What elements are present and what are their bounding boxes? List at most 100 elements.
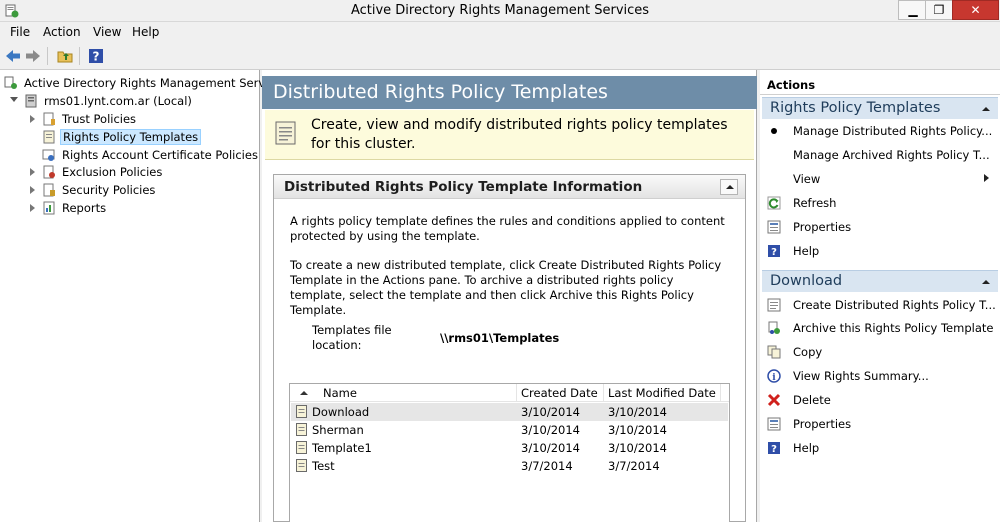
action-archive-template[interactable]: Archive this Rights Policy Template — [760, 317, 1000, 339]
tree-item-trust-policies[interactable]: Trust Policies — [30, 111, 260, 128]
certificate-icon — [42, 149, 55, 161]
action-help[interactable]: ? Help — [760, 240, 1000, 262]
tree-root[interactable]: Active Directory Rights Management Servi… — [4, 75, 288, 92]
template-file-icon — [296, 441, 307, 454]
close-button[interactable]: ✕ — [952, 0, 999, 20]
svg-text:?: ? — [93, 50, 100, 64]
action-properties[interactable]: Properties — [760, 216, 1000, 238]
center-header: Distributed Rights Policy Templates — [262, 76, 757, 109]
action-label: Copy — [793, 345, 823, 359]
action-refresh[interactable]: Refresh — [760, 192, 1000, 214]
menu-action[interactable]: Action — [43, 25, 81, 39]
cell-created-date: 3/10/2014 — [521, 423, 580, 437]
help-icon[interactable]: ? — [87, 47, 105, 65]
toolbar: ? — [0, 42, 1000, 70]
window-title: Active Directory Rights Management Servi… — [350, 3, 650, 18]
maximize-button[interactable]: ❐ — [925, 0, 953, 20]
collapse-arrow-icon[interactable] — [982, 280, 990, 284]
expand-arrow-icon[interactable] — [30, 168, 35, 176]
actions-section-download[interactable]: Download — [762, 270, 998, 292]
up-folder-icon[interactable] — [56, 47, 74, 65]
tree-item-security-policies[interactable]: Security Policies — [30, 182, 260, 199]
action-properties[interactable]: Properties — [760, 413, 1000, 435]
expand-arrow-icon[interactable] — [30, 186, 35, 194]
cell-modified-date: 3/7/2014 — [608, 459, 660, 473]
table-row[interactable]: Test 3/7/2014 3/7/2014 — [291, 457, 728, 475]
action-label: Refresh — [793, 196, 837, 210]
tree-item-rights-policy-templates[interactable]: Rights Policy Templates — [30, 129, 260, 146]
actions-section-rights-policy-templates[interactable]: Rights Policy Templates — [762, 97, 998, 119]
action-manage-archived[interactable]: Manage Archived Rights Policy T... — [760, 144, 1000, 166]
menu-view[interactable]: View — [93, 25, 121, 39]
cell-name: Template1 — [312, 441, 372, 455]
title-bar: Active Directory Rights Management Servi… — [0, 0, 1000, 22]
menu-bar: File Action View Help — [0, 22, 1000, 42]
cell-modified-date: 3/10/2014 — [608, 423, 667, 437]
trust-policies-icon — [43, 112, 55, 126]
help-icon: ? — [768, 245, 780, 258]
templates-icon — [43, 130, 55, 144]
menu-file[interactable]: File — [10, 25, 30, 39]
collapse-arrow-icon[interactable] — [982, 107, 990, 111]
action-manage-distributed[interactable]: Manage Distributed Rights Policy... — [760, 120, 1000, 142]
section-label: Download — [770, 273, 843, 289]
template-file-icon — [296, 405, 307, 418]
security-icon — [43, 183, 55, 197]
tree-server[interactable]: rms01.lynt.com.ar (Local) — [10, 93, 260, 110]
template-file-icon — [296, 423, 307, 436]
info-icon: i — [767, 369, 781, 383]
submenu-arrow-icon — [984, 174, 989, 182]
forward-arrow-icon[interactable] — [24, 47, 42, 65]
tree-item-reports[interactable]: Reports — [30, 200, 260, 217]
tree-item-rights-account-certificate-policies[interactable]: Rights Account Certificate Policies — [30, 147, 260, 164]
cell-modified-date: 3/10/2014 — [608, 405, 667, 419]
action-view-rights-summary[interactable]: i View Rights Summary... — [760, 365, 1000, 387]
back-arrow-icon[interactable] — [4, 47, 22, 65]
column-header-label: Name — [323, 386, 357, 400]
info-paragraph-definition: A rights policy template defines the rul… — [290, 214, 725, 243]
tree-server-label: rms01.lynt.com.ar (Local) — [44, 94, 192, 108]
action-label: Delete — [793, 393, 831, 407]
reports-icon — [43, 201, 55, 215]
action-help[interactable]: ? Help — [760, 437, 1000, 459]
expand-arrow-icon[interactable] — [30, 204, 35, 212]
description-banner: Create, view and modify distributed righ… — [265, 110, 754, 160]
action-delete[interactable]: Delete — [760, 389, 1000, 411]
action-copy[interactable]: Copy — [760, 341, 1000, 363]
cell-created-date: 3/10/2014 — [521, 405, 580, 419]
cell-name: Test — [312, 459, 335, 473]
console-tree: Active Directory Rights Management Servi… — [0, 70, 288, 522]
table-row[interactable]: Sherman 3/10/2014 3/10/2014 — [291, 421, 728, 439]
tree-item-label: Trust Policies — [62, 112, 137, 126]
tree-root-label: Active Directory Rights Management Servi… — [24, 76, 288, 90]
minimize-button[interactable]: ▁ — [898, 0, 928, 20]
column-header-name[interactable]: Name — [290, 384, 517, 402]
properties-icon — [767, 417, 781, 431]
delete-icon — [767, 393, 781, 407]
action-create-template[interactable]: Create Distributed Rights Policy T... — [760, 294, 1000, 316]
menu-help[interactable]: Help — [132, 25, 159, 39]
action-label: View Rights Summary... — [793, 369, 929, 383]
cell-created-date: 3/10/2014 — [521, 441, 580, 455]
action-view[interactable]: View — [760, 168, 1000, 190]
center-pane: Distributed Rights Policy Templates Crea… — [262, 70, 757, 522]
collapse-arrow-icon[interactable] — [10, 97, 18, 102]
info-paragraph-instructions: To create a new distributed template, cl… — [290, 258, 722, 317]
archive-icon — [768, 321, 780, 334]
table-row[interactable]: Download 3/10/2014 3/10/2014 — [291, 403, 728, 421]
action-label: Help — [793, 441, 820, 455]
tree-item-exclusion-policies[interactable]: Exclusion Policies — [30, 164, 260, 181]
table-row[interactable]: Template1 3/10/2014 3/10/2014 — [291, 439, 728, 457]
template-file-icon — [296, 459, 307, 472]
banner-text: Create, view and modify distributed righ… — [311, 117, 728, 152]
toolbar-separator — [47, 47, 48, 65]
action-label: Archive this Rights Policy Template — [793, 321, 994, 335]
column-header-created-date[interactable]: Created Date — [517, 384, 604, 402]
cell-created-date: 3/7/2014 — [521, 459, 573, 473]
sort-ascending-icon — [300, 391, 308, 395]
server-icon — [25, 94, 37, 108]
collapse-panel-button[interactable] — [720, 179, 738, 195]
column-header-last-modified-date[interactable]: Last Modified Date — [604, 384, 721, 402]
expand-arrow-icon[interactable] — [30, 115, 35, 123]
tree-item-label: Reports — [62, 201, 107, 215]
